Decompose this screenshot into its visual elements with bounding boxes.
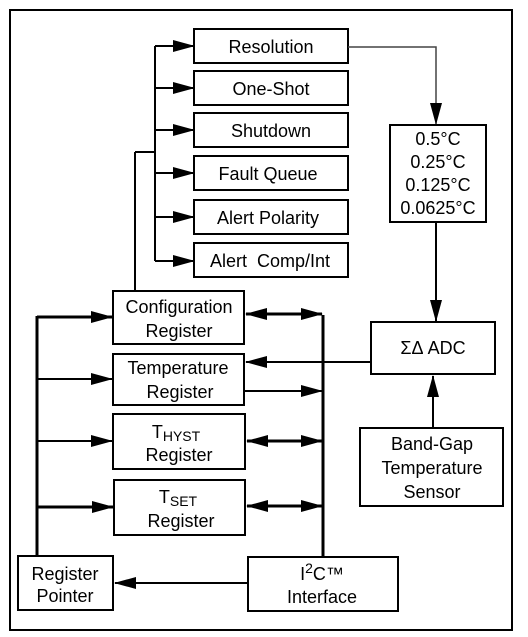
resolution-arrow: [348, 46, 442, 125]
svg-text:One-Shot: One-Shot: [232, 79, 309, 99]
option-fault-queue: Fault Queue: [193, 155, 349, 191]
resolution-values-box: 0.5°C 0.25°C 0.125°C 0.0625°C: [389, 124, 487, 223]
config-branch-lines: [134, 40, 195, 291]
svg-text:Pointer: Pointer: [36, 586, 93, 606]
svg-text:Shutdown: Shutdown: [231, 121, 311, 141]
svg-text:Register: Register: [145, 321, 212, 341]
option-resolution: Resolution: [193, 28, 349, 64]
thyst-register: THYST Register: [112, 413, 246, 470]
register-pointer: Register Pointer: [17, 555, 114, 611]
option-one-shot: One-Shot: [193, 70, 349, 106]
svg-text:0.0625°C: 0.0625°C: [400, 198, 475, 218]
option-shutdown: Shutdown: [193, 112, 349, 148]
temperature-register: Temperature Register: [112, 353, 245, 406]
svg-text:Temperature: Temperature: [381, 458, 482, 478]
svg-text:Register: Register: [145, 445, 212, 465]
svg-text:ΣΔ ADC: ΣΔ ADC: [400, 338, 465, 358]
svg-text:Resolution: Resolution: [228, 37, 313, 57]
adc-box: ΣΔ ADC: [370, 321, 496, 375]
band-gap-sensor-box: Band-Gap Temperature Sensor: [359, 427, 504, 507]
svg-text:Register: Register: [31, 564, 98, 584]
svg-text:0.25°C: 0.25°C: [410, 152, 465, 172]
svg-text:Fault Queue: Fault Queue: [218, 164, 317, 184]
svg-text:Configuration: Configuration: [125, 297, 232, 317]
svg-text:0.125°C: 0.125°C: [405, 175, 470, 195]
configuration-register: Configuration Register: [112, 290, 245, 345]
option-alert-comp-int: Alert Comp/Int: [193, 242, 349, 278]
i2c-interface: I2C™ Interface: [247, 556, 399, 612]
svg-text:Temperature: Temperature: [127, 358, 228, 378]
svg-text:Sensor: Sensor: [403, 482, 460, 502]
svg-text:Alert Polarity: Alert Polarity: [217, 208, 319, 228]
tset-register: TSET Register: [113, 479, 246, 536]
svg-text:Band-Gap: Band-Gap: [391, 434, 473, 454]
svg-text:0.5°C: 0.5°C: [415, 129, 460, 149]
block-diagram: Resolution One-Shot Shutdown Fault Queue…: [9, 9, 513, 631]
svg-text:Interface: Interface: [287, 587, 357, 607]
svg-text:Register: Register: [147, 511, 214, 531]
svg-text:Alert Comp/Int: Alert Comp/Int: [210, 251, 330, 271]
svg-text:Register: Register: [146, 382, 213, 402]
option-alert-polarity: Alert Polarity: [193, 199, 349, 235]
